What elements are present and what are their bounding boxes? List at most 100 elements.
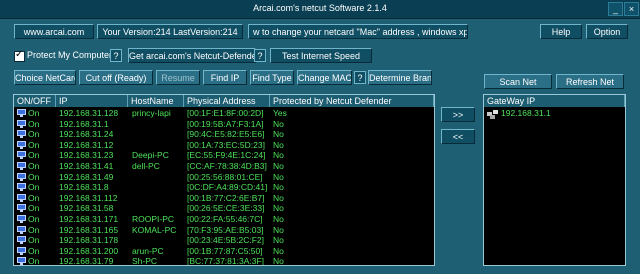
gateway-header: GateWay IP — [484, 95, 625, 107]
row-mac: [EC:55:F9:4E:1C:24] — [187, 150, 266, 161]
row-mac: [70:F3:95:AE:B5:03] — [187, 224, 264, 235]
row-state: On — [28, 245, 40, 256]
host-rows: On 192.168.31.128 princy-lapi [00:1F:E1:8F:… — [14, 108, 434, 266]
row-state: On — [28, 182, 40, 193]
row-ip: 192.168.31.12 — [59, 139, 114, 150]
row-protected: No — [273, 203, 284, 214]
row-protected: No — [273, 182, 284, 193]
table-row[interactable]: On 192.168.31.128 princy-lapi [00:1F:E1:8F:… — [14, 108, 434, 119]
computer-icon — [17, 119, 26, 128]
col-header-protected[interactable]: Protected by Netcut Defender — [270, 95, 434, 107]
row-state: On — [28, 171, 40, 182]
refresh-net-button[interactable]: Refresh Net — [556, 74, 624, 89]
close-button[interactable]: × — [624, 2, 639, 16]
table-row[interactable]: On 192.168.31.58 [00:26:5E:CE:3E:33] No — [14, 203, 434, 214]
table-row[interactable]: On 192.168.31.79 Sh-PC [BC:77:37:81:3A:3F] N… — [14, 256, 434, 266]
col-header-mac[interactable]: Physical Address — [184, 95, 270, 107]
resume-button[interactable]: Resume — [156, 70, 200, 85]
row-state: On — [28, 256, 40, 266]
host-list[interactable]: ON/OFF IP HostName Physical Address Prot… — [13, 94, 435, 266]
row-mac: [90:4C:E5:82:E5:E6] — [187, 129, 265, 140]
row-protected: No — [273, 235, 284, 246]
row-hostname: arun-PC — [132, 245, 164, 256]
version-display: Your Version:214 LastVersion:214 — [97, 24, 243, 39]
row-protected: No — [273, 256, 284, 266]
row-state: On — [28, 224, 40, 235]
row-ip: 192.168.31.49 — [59, 171, 114, 182]
row-state: On — [28, 108, 40, 118]
row-state: On — [28, 150, 40, 161]
determine-brand-button[interactable]: Determine Brand — [368, 70, 432, 85]
computer-icon — [17, 183, 26, 192]
row-state: On — [28, 192, 40, 203]
row-ip: 192.168.31.41 — [59, 161, 114, 171]
row-protected: No — [273, 214, 284, 224]
help-protect-icon[interactable]: ? — [110, 49, 122, 62]
col-header-onoff[interactable]: ON/OFF — [14, 95, 56, 107]
row-protected: No — [273, 118, 284, 129]
row-hostname: princy-lapi — [132, 108, 171, 118]
computer-icon — [17, 130, 26, 139]
table-row[interactable]: On 192.168.31.12 [00:1A:73:EC:5D:23] No — [14, 140, 434, 151]
change-mac-button[interactable]: Change MAC — [297, 70, 352, 85]
table-row[interactable]: On 192.168.31.23 Deepi-PC [EC:55:F9:4E:1C:2… — [14, 150, 434, 161]
row-ip: 192.168.31.1 — [59, 118, 109, 129]
row-mac: [00:25:56:88:01:CE] — [187, 171, 263, 182]
row-hostname: Deepi-PC — [132, 150, 169, 161]
gateway-list[interactable]: GateWay IP 192.168.31.1 — [483, 94, 626, 266]
col-header-ip[interactable]: IP — [56, 95, 128, 107]
table-row[interactable]: On 192.168.31.1 [00:19:5B:A7:F3:1A] No — [14, 119, 434, 130]
gateway-ip[interactable]: 192.168.31.1 — [501, 108, 551, 119]
scan-net-button[interactable]: Scan Net — [484, 74, 552, 89]
row-mac: [00:23:4E:5B:2C:F2] — [187, 235, 265, 246]
choice-netcard-button[interactable]: Choice NetCard — [14, 70, 76, 85]
row-ip: 192.168.31.24 — [59, 129, 114, 140]
find-ip-button[interactable]: Find IP — [203, 70, 247, 85]
computer-icon — [17, 172, 26, 181]
minimize-button[interactable]: _ — [608, 2, 623, 16]
move-left-button[interactable]: << — [441, 129, 475, 144]
move-right-button[interactable]: >> — [441, 107, 475, 122]
row-state: On — [28, 214, 40, 224]
row-ip: 192.168.31.171 — [59, 214, 119, 224]
table-row[interactable]: On 192.168.31.200 arun-PC [00:1B:77:87:C5:5… — [14, 246, 434, 257]
help-mac-icon[interactable]: ? — [354, 71, 366, 84]
bottom-strip — [0, 266, 640, 274]
computer-icon — [17, 109, 26, 117]
protect-checkbox[interactable] — [14, 49, 25, 62]
row-protected: No — [273, 129, 284, 140]
row-mac: [00:1A:73:EC:5D:23] — [187, 139, 265, 150]
option-button[interactable]: Option — [586, 24, 628, 39]
find-type-button[interactable]: Find Type — [250, 70, 294, 85]
website-link-button[interactable]: www.arcai.com — [14, 24, 94, 39]
table-row[interactable]: On 192.168.31.8 [0C:DF:A4:89:CD:41] No — [14, 182, 434, 193]
row-mac: [00:22:FA:55:46:7C] — [187, 214, 263, 224]
table-row[interactable]: On 192.168.31.112 [00:1B:77:C2:6E:B7] No — [14, 193, 434, 204]
row-mac: [BC:77:37:81:3A:3F] — [187, 256, 265, 266]
info-ticker: w to change your netcard "Mac" address ,… — [248, 24, 468, 39]
cut-off-button[interactable]: Cut off (Ready) — [79, 70, 153, 85]
row-mac: [00:26:5E:CE:3E:33] — [187, 203, 265, 214]
table-row[interactable]: On 192.168.31.171 ROOPI-PC [00:22:FA:55:46:… — [14, 214, 434, 225]
table-row[interactable]: On 192.168.31.24 [90:4C:E5:82:E5:E6] No — [14, 129, 434, 140]
row-hostname: dell-PC — [132, 161, 160, 171]
row-ip: 192.168.31.58 — [59, 203, 114, 214]
get-defender-button[interactable]: Get arcai.com's Netcut-Defender — [128, 48, 256, 63]
test-speed-button[interactable]: Test Internet Speed — [270, 48, 372, 63]
help-defender-icon[interactable]: ? — [254, 49, 266, 62]
help-button[interactable]: Help — [540, 24, 582, 39]
table-row[interactable]: On 192.168.31.41 dell-PC [CC:AF:78:38:4D:B3… — [14, 161, 434, 172]
table-row[interactable]: On 192.168.31.165 KOMAL-PC [70:F3:95:AE:B5:… — [14, 225, 434, 236]
row-state: On — [28, 129, 40, 140]
gateway-router-icon — [487, 109, 498, 119]
table-row[interactable]: On 192.168.31.49 [00:25:56:88:01:CE] No — [14, 172, 434, 183]
row-ip: 192.168.31.178 — [59, 235, 119, 246]
row-mac: [00:1B:77:C2:6E:B7] — [187, 192, 265, 203]
row-protected: No — [273, 224, 284, 235]
table-row[interactable]: On 192.168.31.178 [00:23:4E:5B:2C:F2] No — [14, 235, 434, 246]
protect-label: Protect My Computer — [27, 50, 113, 60]
row-ip: 192.168.31.128 — [59, 108, 119, 118]
row-protected: No — [273, 171, 284, 182]
row-ip: 192.168.31.8 — [59, 182, 109, 193]
col-header-hostname[interactable]: HostName — [128, 95, 184, 107]
